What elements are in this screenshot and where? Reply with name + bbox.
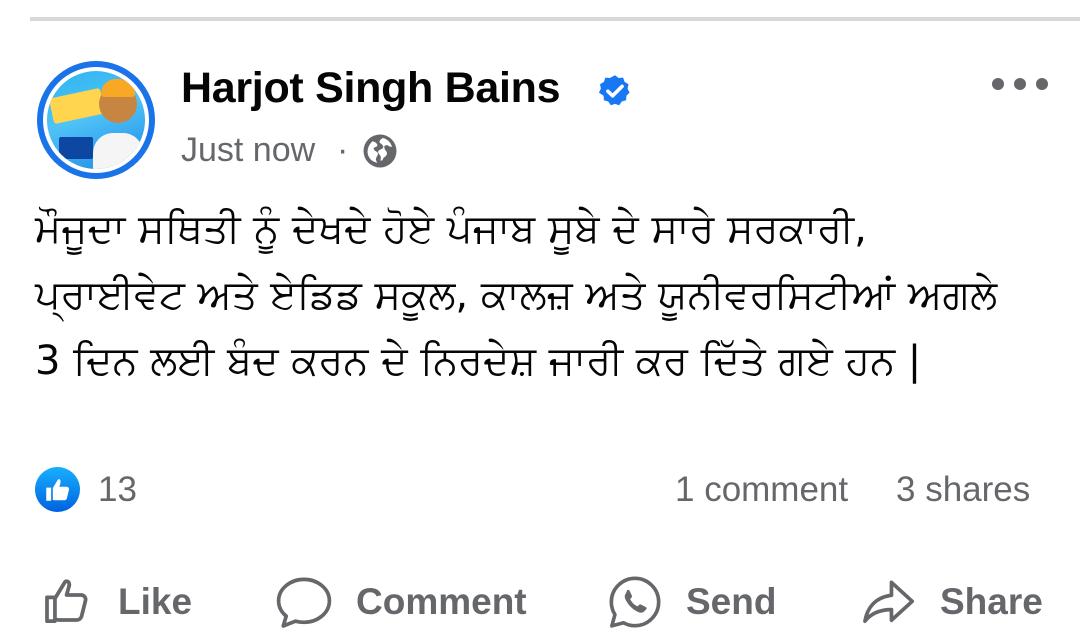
whatsapp-icon (609, 576, 661, 628)
top-divider (30, 17, 1080, 21)
thumbs-up-icon (45, 579, 88, 623)
like-button[interactable]: Like (40, 572, 192, 632)
share-arrow-icon (863, 580, 915, 623)
avatar-banner (48, 87, 106, 125)
comment-count[interactable]: 1 comment (675, 470, 848, 510)
share-label: Share (940, 581, 1043, 622)
globe-icon[interactable] (362, 133, 398, 169)
comment-label: Comment (356, 581, 527, 622)
post-timestamp[interactable]: Just now (181, 131, 315, 170)
avatar-image (47, 71, 145, 169)
meta-separator: · (337, 131, 349, 169)
comment-button[interactable]: Comment (274, 572, 527, 632)
avatar-building (59, 137, 93, 159)
avatar-body (93, 133, 143, 169)
like-reaction-icon[interactable] (35, 467, 80, 512)
post-text-line: 3 ਦਿਨ ਲਈ ਬੰਦ ਕਰਨ ਦੇ ਨਿਰਦੇਸ਼ ਜਾਰੀ ਕਰ ਦਿੱਤ… (35, 338, 922, 384)
avatar-frame (43, 67, 149, 173)
like-label: Like (118, 581, 193, 622)
share-button[interactable]: Share (858, 572, 1043, 632)
post-text: ਮੌਜੂਦਾ ਸਥਿਤੀ ਨੂੰ ਦੇਖਦੇ ਹੋਏ ਪੰਜਾਬ ਸੂਬੇ ਦੇ… (35, 196, 1055, 394)
post-text-line: ਮੌਜੂਦਾ ਸਥਿਤੀ ਨੂੰ ਦੇਖਦੇ ਹੋਏ ਪੰਜਾਬ ਸੂਬੇ ਦੇ… (35, 206, 867, 252)
send-label: Send (686, 581, 777, 622)
verified-badge-icon (598, 75, 630, 106)
author-name[interactable]: Harjot Singh Bains (181, 64, 561, 113)
more-options-icon[interactable] (990, 74, 1050, 94)
post-text-line: ਪ੍ਰਾਈਵੇਟ ਅਤੇ ਏਡਿਡ ਸਕੂਲ, ਕਾਲਜ਼ ਅਤੇ ਯੂਨੀਵਰ… (35, 272, 998, 318)
comment-icon (276, 577, 332, 628)
send-button[interactable]: Send (606, 572, 776, 632)
avatar[interactable] (37, 61, 155, 179)
reaction-count[interactable]: 13 (98, 470, 137, 510)
avatar-turban (101, 79, 135, 97)
share-count[interactable]: 3 shares (896, 470, 1030, 510)
